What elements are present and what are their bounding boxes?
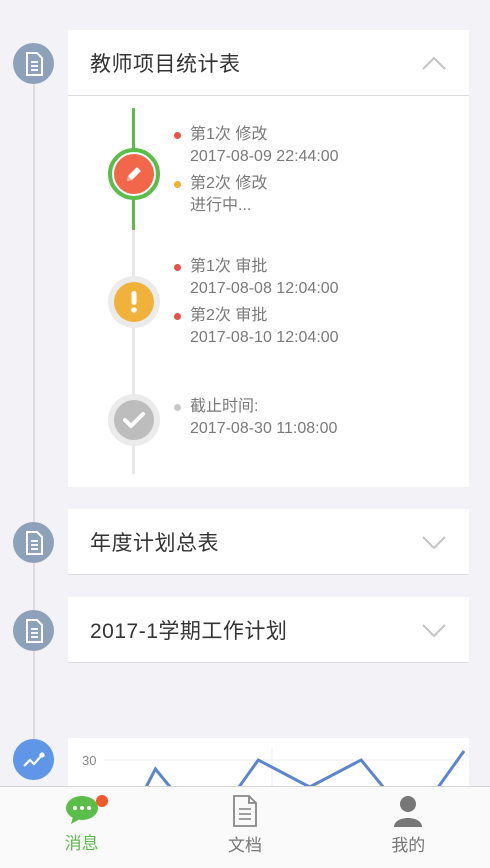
document-icon [13,522,54,563]
entry-detail: 2017-08-30 11:08:00 [190,420,338,437]
chevron-up-icon[interactable] [421,55,447,71]
section-title: 教师项目统计表 [90,52,241,76]
status-dot [174,403,181,411]
tab-documents[interactable]: 文档 [163,787,326,868]
document-icon [233,795,257,827]
timeline-rail [33,62,35,762]
entry-detail: 2017-08-09 22:44:00 [190,148,339,165]
y-tick-label: 30 [82,753,96,768]
tab-profile[interactable]: 我的 [327,787,490,868]
section-header[interactable]: 教师项目统计表 [68,30,469,96]
entry-detail: 进行中... [190,197,252,214]
entry-group-edit: 第1次 修改 2017-08-09 22:44:00 第2次 修改 进行中... [174,124,339,217]
entry-label: 第1次 审批 [190,258,268,275]
section-body: 第1次 修改 2017-08-09 22:44:00 第2次 修改 进行中...… [68,96,469,486]
entry-label: 第2次 审批 [190,307,268,324]
entry-detail: 2017-08-08 12:04:00 [190,280,339,297]
list-item: 第1次 审批 [174,256,339,278]
list-item: 第2次 修改 [174,173,339,195]
section-card-teacher-project: 教师项目统计表 第1次 修改 2017-08-09 22:44:00 第2次 修… [68,30,469,487]
list-item: 第2次 审批 [174,305,339,327]
document-icon [13,43,54,84]
tab-label: 我的 [391,836,426,855]
document-icon [13,610,54,651]
bottom-tab-bar: 消息 文档 我的 [0,786,490,868]
chat-bubble-icon [65,796,98,824]
section-title: 2017-1学期工作计划 [90,619,288,643]
exclamation-icon [114,282,154,322]
section-header[interactable]: 2017-1学期工作计划 [68,597,469,663]
section-card-annual-plan: 年度计划总表 [68,509,469,575]
warning-status [108,276,160,328]
edit-status [108,148,160,200]
tab-messages[interactable]: 消息 [0,787,163,868]
notification-badge [96,795,108,807]
status-dot [174,180,181,188]
pencil-icon [114,154,154,194]
trend-chart-icon [13,739,54,780]
entry-label: 第1次 修改 [190,126,268,143]
entry-label: 第2次 修改 [190,175,268,192]
list-item: 截止时间: [174,396,337,418]
entry-detail: 2017-08-10 12:04:00 [190,329,339,346]
section-header[interactable]: 年度计划总表 [68,509,469,575]
section-title: 年度计划总表 [90,531,219,555]
entry-label: 截止时间: [190,398,259,415]
status-dot [174,263,181,271]
tab-label: 文档 [227,836,262,855]
list-item: 第1次 修改 [174,124,339,146]
entry-group-deadline: 截止时间: 2017-08-30 11:08:00 [174,396,337,440]
status-dot [174,131,181,139]
tab-label: 消息 [64,834,99,853]
checkmark-icon [114,400,154,440]
person-icon [394,796,423,827]
chevron-down-icon[interactable] [421,534,447,550]
app-root: 教师项目统计表 第1次 修改 2017-08-09 22:44:00 第2次 修… [0,0,490,868]
entry-group-approval: 第1次 审批 2017-08-08 12:04:00 第2次 审批 2017-0… [174,256,339,349]
section-card-semester-plan: 2017-1学期工作计划 [68,597,469,663]
done-status [108,394,160,446]
chevron-down-icon[interactable] [421,622,447,638]
status-dot [174,312,181,320]
